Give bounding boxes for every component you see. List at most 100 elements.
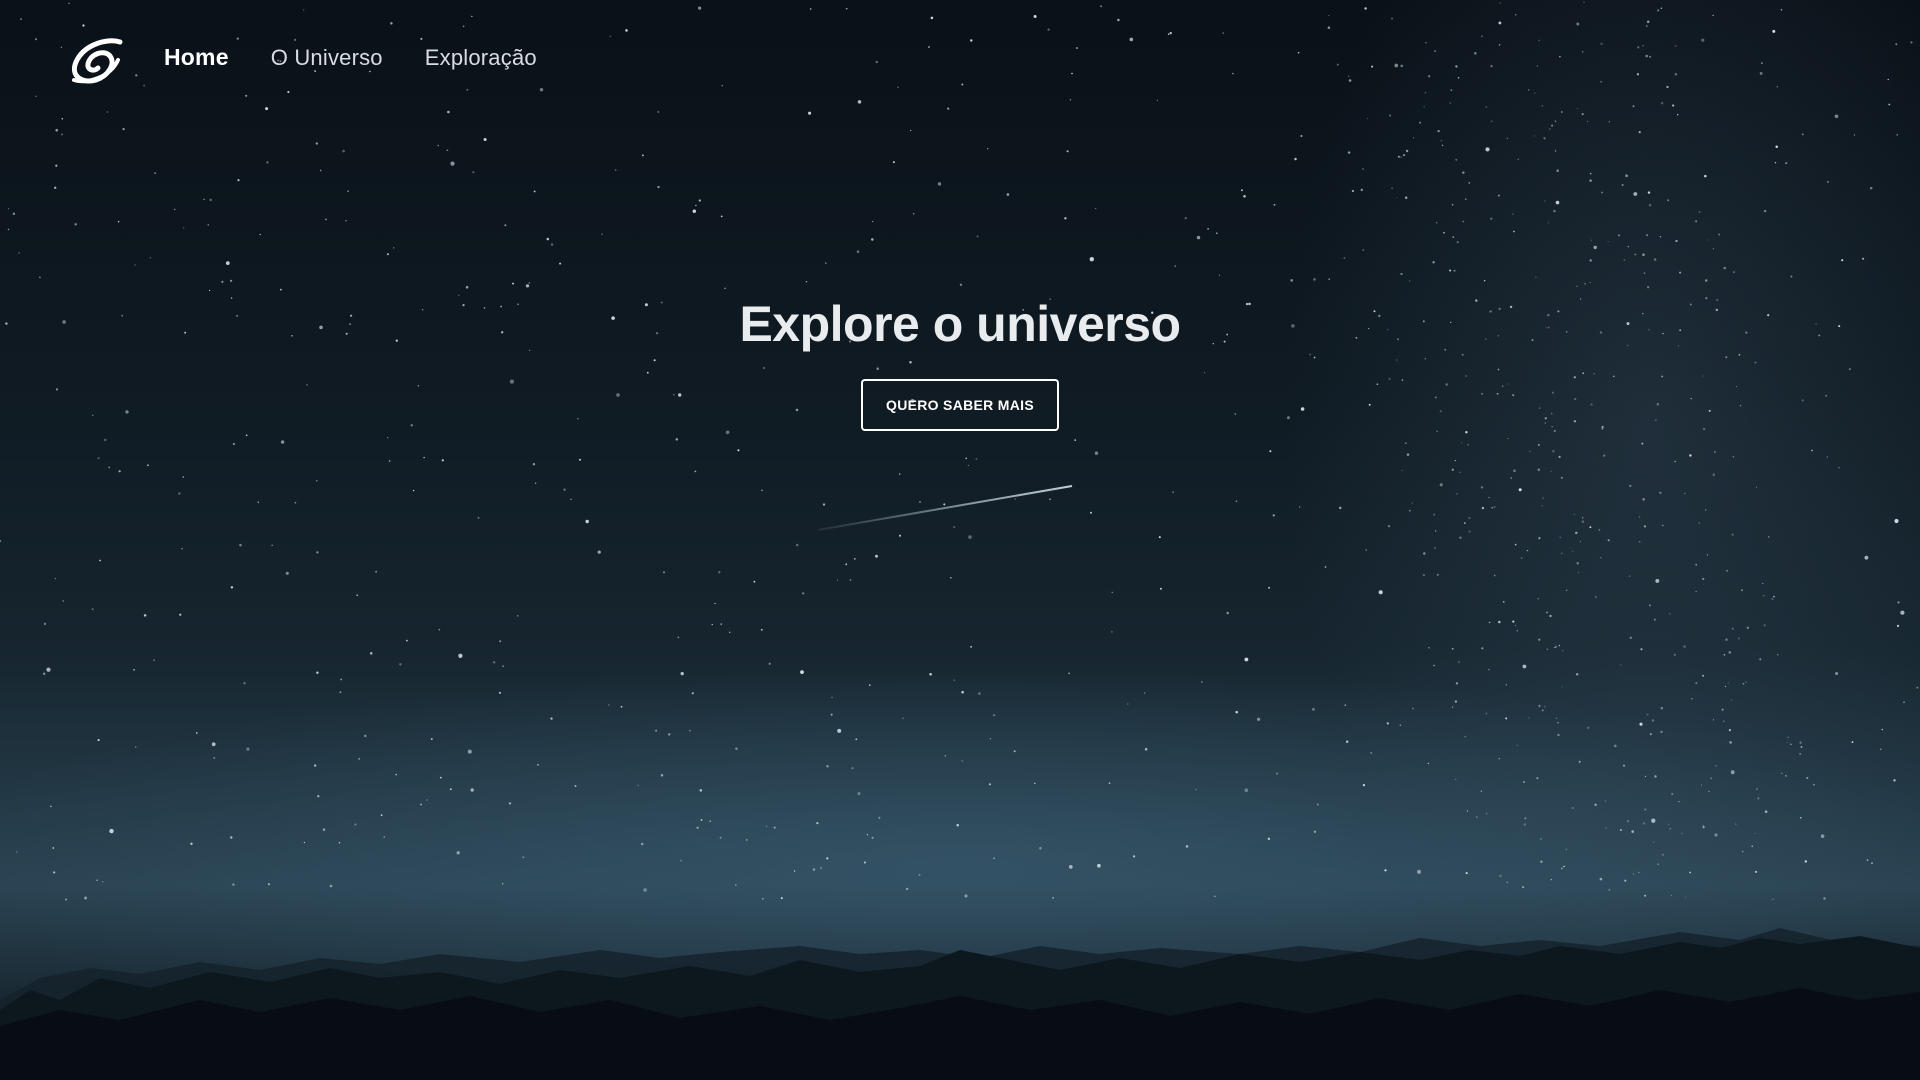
star [1589, 172, 1592, 175]
star [1294, 157, 1297, 161]
star [1669, 828, 1671, 830]
star [1700, 784, 1703, 786]
star [857, 792, 861, 796]
nav-links: Home O Universo Exploração [164, 44, 537, 71]
star [1669, 613, 1671, 615]
star [203, 198, 205, 200]
star [97, 457, 100, 460]
star [919, 501, 921, 503]
star [1455, 778, 1457, 780]
star [1575, 531, 1578, 535]
star [1916, 686, 1919, 689]
star [1903, 701, 1905, 704]
star [1074, 439, 1077, 441]
star [1555, 200, 1560, 205]
star [1452, 236, 1455, 239]
star [667, 733, 671, 736]
star [1488, 668, 1490, 671]
star [1244, 657, 1249, 662]
star [1655, 578, 1660, 583]
star [1702, 826, 1705, 829]
star [993, 714, 996, 717]
star [91, 608, 94, 611]
nav-item-home[interactable]: Home [164, 44, 229, 71]
star [1730, 770, 1735, 775]
star [1638, 540, 1641, 543]
star [1361, 167, 1365, 171]
star [1745, 681, 1747, 683]
star [1268, 586, 1271, 589]
star [1427, 762, 1430, 765]
star [1651, 719, 1655, 722]
star [825, 262, 827, 264]
star [196, 732, 198, 734]
star [830, 713, 833, 716]
nav-item-o-universo[interactable]: O Universo [271, 45, 383, 71]
star [1702, 577, 1705, 581]
star [347, 190, 349, 192]
learn-more-button[interactable]: QUERO SABER MAIS [861, 379, 1059, 431]
star [1594, 803, 1597, 806]
star [237, 178, 240, 182]
star [805, 280, 808, 283]
star [1476, 816, 1478, 818]
star [795, 543, 799, 547]
star [1451, 468, 1454, 471]
nav-item-exploracao[interactable]: Exploração [425, 45, 537, 71]
star [1351, 189, 1354, 193]
star [637, 784, 639, 787]
star [1659, 236, 1662, 238]
star [725, 430, 730, 435]
star [1422, 574, 1425, 577]
star [1667, 199, 1670, 202]
star [1806, 777, 1809, 779]
star [1603, 454, 1606, 457]
spiral-galaxy-logo-icon[interactable] [70, 36, 124, 86]
star [1542, 497, 1544, 499]
star [1668, 823, 1670, 825]
star [1290, 279, 1293, 282]
star [383, 836, 385, 838]
star [1451, 647, 1454, 650]
star [965, 457, 967, 460]
star [1706, 239, 1708, 241]
star [1538, 704, 1541, 708]
star [109, 828, 114, 834]
star [1660, 706, 1664, 710]
star [528, 282, 531, 284]
star [1775, 145, 1778, 149]
star [1272, 514, 1275, 517]
star [1838, 466, 1840, 469]
star [1507, 437, 1509, 440]
star [472, 171, 475, 174]
star [1553, 209, 1556, 213]
star [1451, 706, 1454, 708]
star [1841, 259, 1844, 262]
star [173, 208, 176, 211]
star [1432, 261, 1435, 264]
star [1049, 498, 1051, 501]
star [1549, 128, 1551, 130]
star [1143, 692, 1146, 694]
star [1800, 745, 1803, 748]
star [1483, 279, 1486, 282]
star [761, 489, 763, 492]
star [695, 204, 697, 207]
star [657, 185, 660, 189]
star [1365, 549, 1367, 551]
star [266, 161, 269, 164]
star [585, 519, 589, 524]
star [1513, 230, 1515, 233]
star [1362, 249, 1365, 252]
star [1095, 207, 1097, 210]
star [405, 639, 408, 642]
star [1723, 266, 1726, 270]
star [1894, 518, 1899, 524]
star [1646, 234, 1649, 237]
star [1679, 271, 1682, 274]
star [55, 128, 58, 132]
star [7, 228, 10, 231]
star [1066, 150, 1069, 153]
star [525, 284, 530, 288]
star [1735, 823, 1737, 825]
